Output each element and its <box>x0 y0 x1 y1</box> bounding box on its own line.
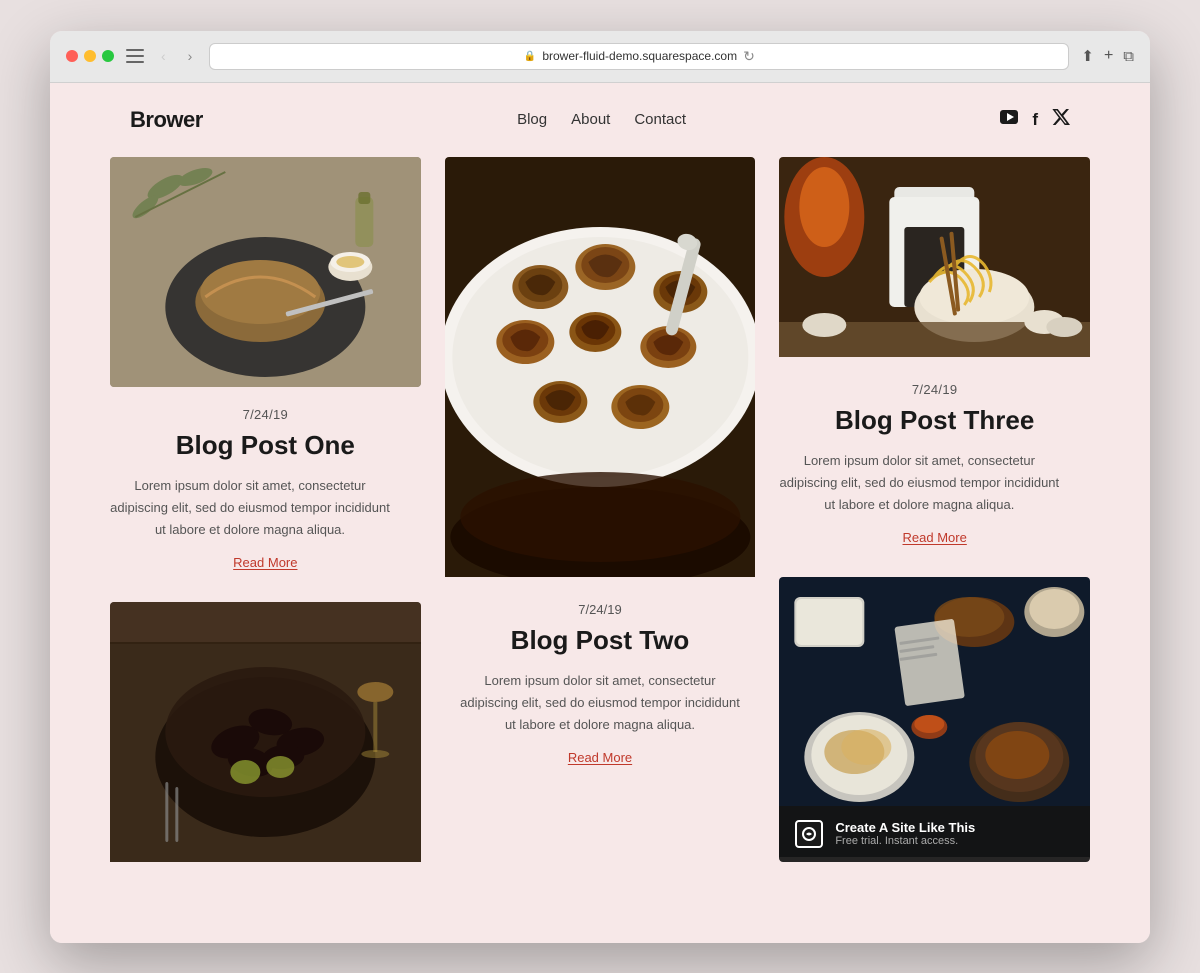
maximize-button[interactable] <box>102 50 114 62</box>
post-3-image <box>779 157 1090 362</box>
post-1-read-more[interactable]: Read More <box>233 555 297 570</box>
post-3-date: 7/24/19 <box>779 382 1090 397</box>
website-content: Brower Blog About Contact <box>50 83 1150 943</box>
blog-column-2: 7/24/19 Blog Post Two Lorem ipsum dolor … <box>445 157 756 867</box>
facebook-icon[interactable]: f <box>1032 110 1038 130</box>
post-2-read-more[interactable]: Read More <box>568 750 632 765</box>
post-1-excerpt: Lorem ipsum dolor sit amet, consectetur … <box>110 475 390 541</box>
nav-link-blog[interactable]: Blog <box>517 111 547 128</box>
squarespace-logo <box>795 820 823 848</box>
nav-item-blog[interactable]: Blog <box>517 111 547 129</box>
blog-column-3: 7/24/19 Blog Post Three Lorem ipsum dolo… <box>779 157 1090 867</box>
social-links: f <box>1000 109 1070 130</box>
post-4-image <box>110 602 421 867</box>
post-1-date: 7/24/19 <box>110 407 421 422</box>
post-3-title: Blog Post Three <box>779 405 1090 436</box>
blog-card-4 <box>110 602 421 867</box>
blog-card-2-text: 7/24/19 Blog Post Two Lorem ipsum dolor … <box>445 582 756 767</box>
ss-title: Create A Site Like This <box>835 820 975 835</box>
minimize-button[interactable] <box>84 50 96 62</box>
nav-link-about[interactable]: About <box>571 111 610 128</box>
blog-card-3: 7/24/19 Blog Post Three Lorem ipsum dolo… <box>779 157 1090 547</box>
traffic-lights <box>66 50 114 62</box>
post-2-title: Blog Post Two <box>445 625 756 656</box>
twitter-icon[interactable] <box>1052 109 1070 130</box>
post-1-image <box>110 157 421 387</box>
youtube-icon[interactable] <box>1000 110 1018 129</box>
blog-grid: 7/24/19 Blog Post One Lorem ipsum dolor … <box>50 157 1150 907</box>
blog-column-1: 7/24/19 Blog Post One Lorem ipsum dolor … <box>110 157 421 867</box>
nav-item-contact[interactable]: Contact <box>634 111 686 129</box>
share-icon[interactable]: ⬆ <box>1081 47 1094 65</box>
back-button[interactable]: ‹ <box>156 46 171 66</box>
post-1-title: Blog Post One <box>110 430 421 461</box>
browser-chrome: ‹ › 🔒 brower-fluid-demo.squarespace.com … <box>50 31 1150 83</box>
forward-button[interactable]: › <box>183 46 198 66</box>
lock-icon: 🔒 <box>524 51 536 62</box>
browser-actions: ⬆ + ⧉ <box>1081 47 1134 65</box>
post-3-excerpt: Lorem ipsum dolor sit amet, consectetur … <box>779 450 1059 516</box>
post-2-date-display: 7/24/19 <box>445 602 756 617</box>
site-nav: Brower Blog About Contact <box>50 83 1150 157</box>
sidebar-toggle-icon[interactable] <box>126 49 144 63</box>
close-button[interactable] <box>66 50 78 62</box>
post-2-image <box>445 157 756 582</box>
post-2-excerpt: Lorem ipsum dolor sit amet, consectetur … <box>460 670 740 736</box>
squarespace-banner[interactable]: Create A Site Like This Free trial. Inst… <box>779 806 1090 862</box>
browser-window: ‹ › 🔒 brower-fluid-demo.squarespace.com … <box>50 31 1150 943</box>
ss-subtitle: Free trial. Instant access. <box>835 835 975 847</box>
refresh-button[interactable]: ↻ <box>743 48 755 65</box>
blog-card-1: 7/24/19 Blog Post One Lorem ipsum dolor … <box>110 157 421 572</box>
blog-card-6: Create A Site Like This Free trial. Inst… <box>779 577 1090 862</box>
ss-banner-text: Create A Site Like This Free trial. Inst… <box>835 820 975 847</box>
nav-links: Blog About Contact <box>517 111 686 129</box>
nav-link-contact[interactable]: Contact <box>634 111 686 128</box>
address-bar[interactable]: 🔒 brower-fluid-demo.squarespace.com ↻ <box>209 43 1069 70</box>
url-text: brower-fluid-demo.squarespace.com <box>542 49 737 63</box>
site-logo[interactable]: Brower <box>130 107 203 133</box>
duplicate-icon[interactable]: ⧉ <box>1123 48 1134 65</box>
nav-item-about[interactable]: About <box>571 111 610 129</box>
blog-card-2 <box>445 157 756 582</box>
post-3-read-more[interactable]: Read More <box>903 530 967 545</box>
new-tab-icon[interactable]: + <box>1104 47 1113 65</box>
